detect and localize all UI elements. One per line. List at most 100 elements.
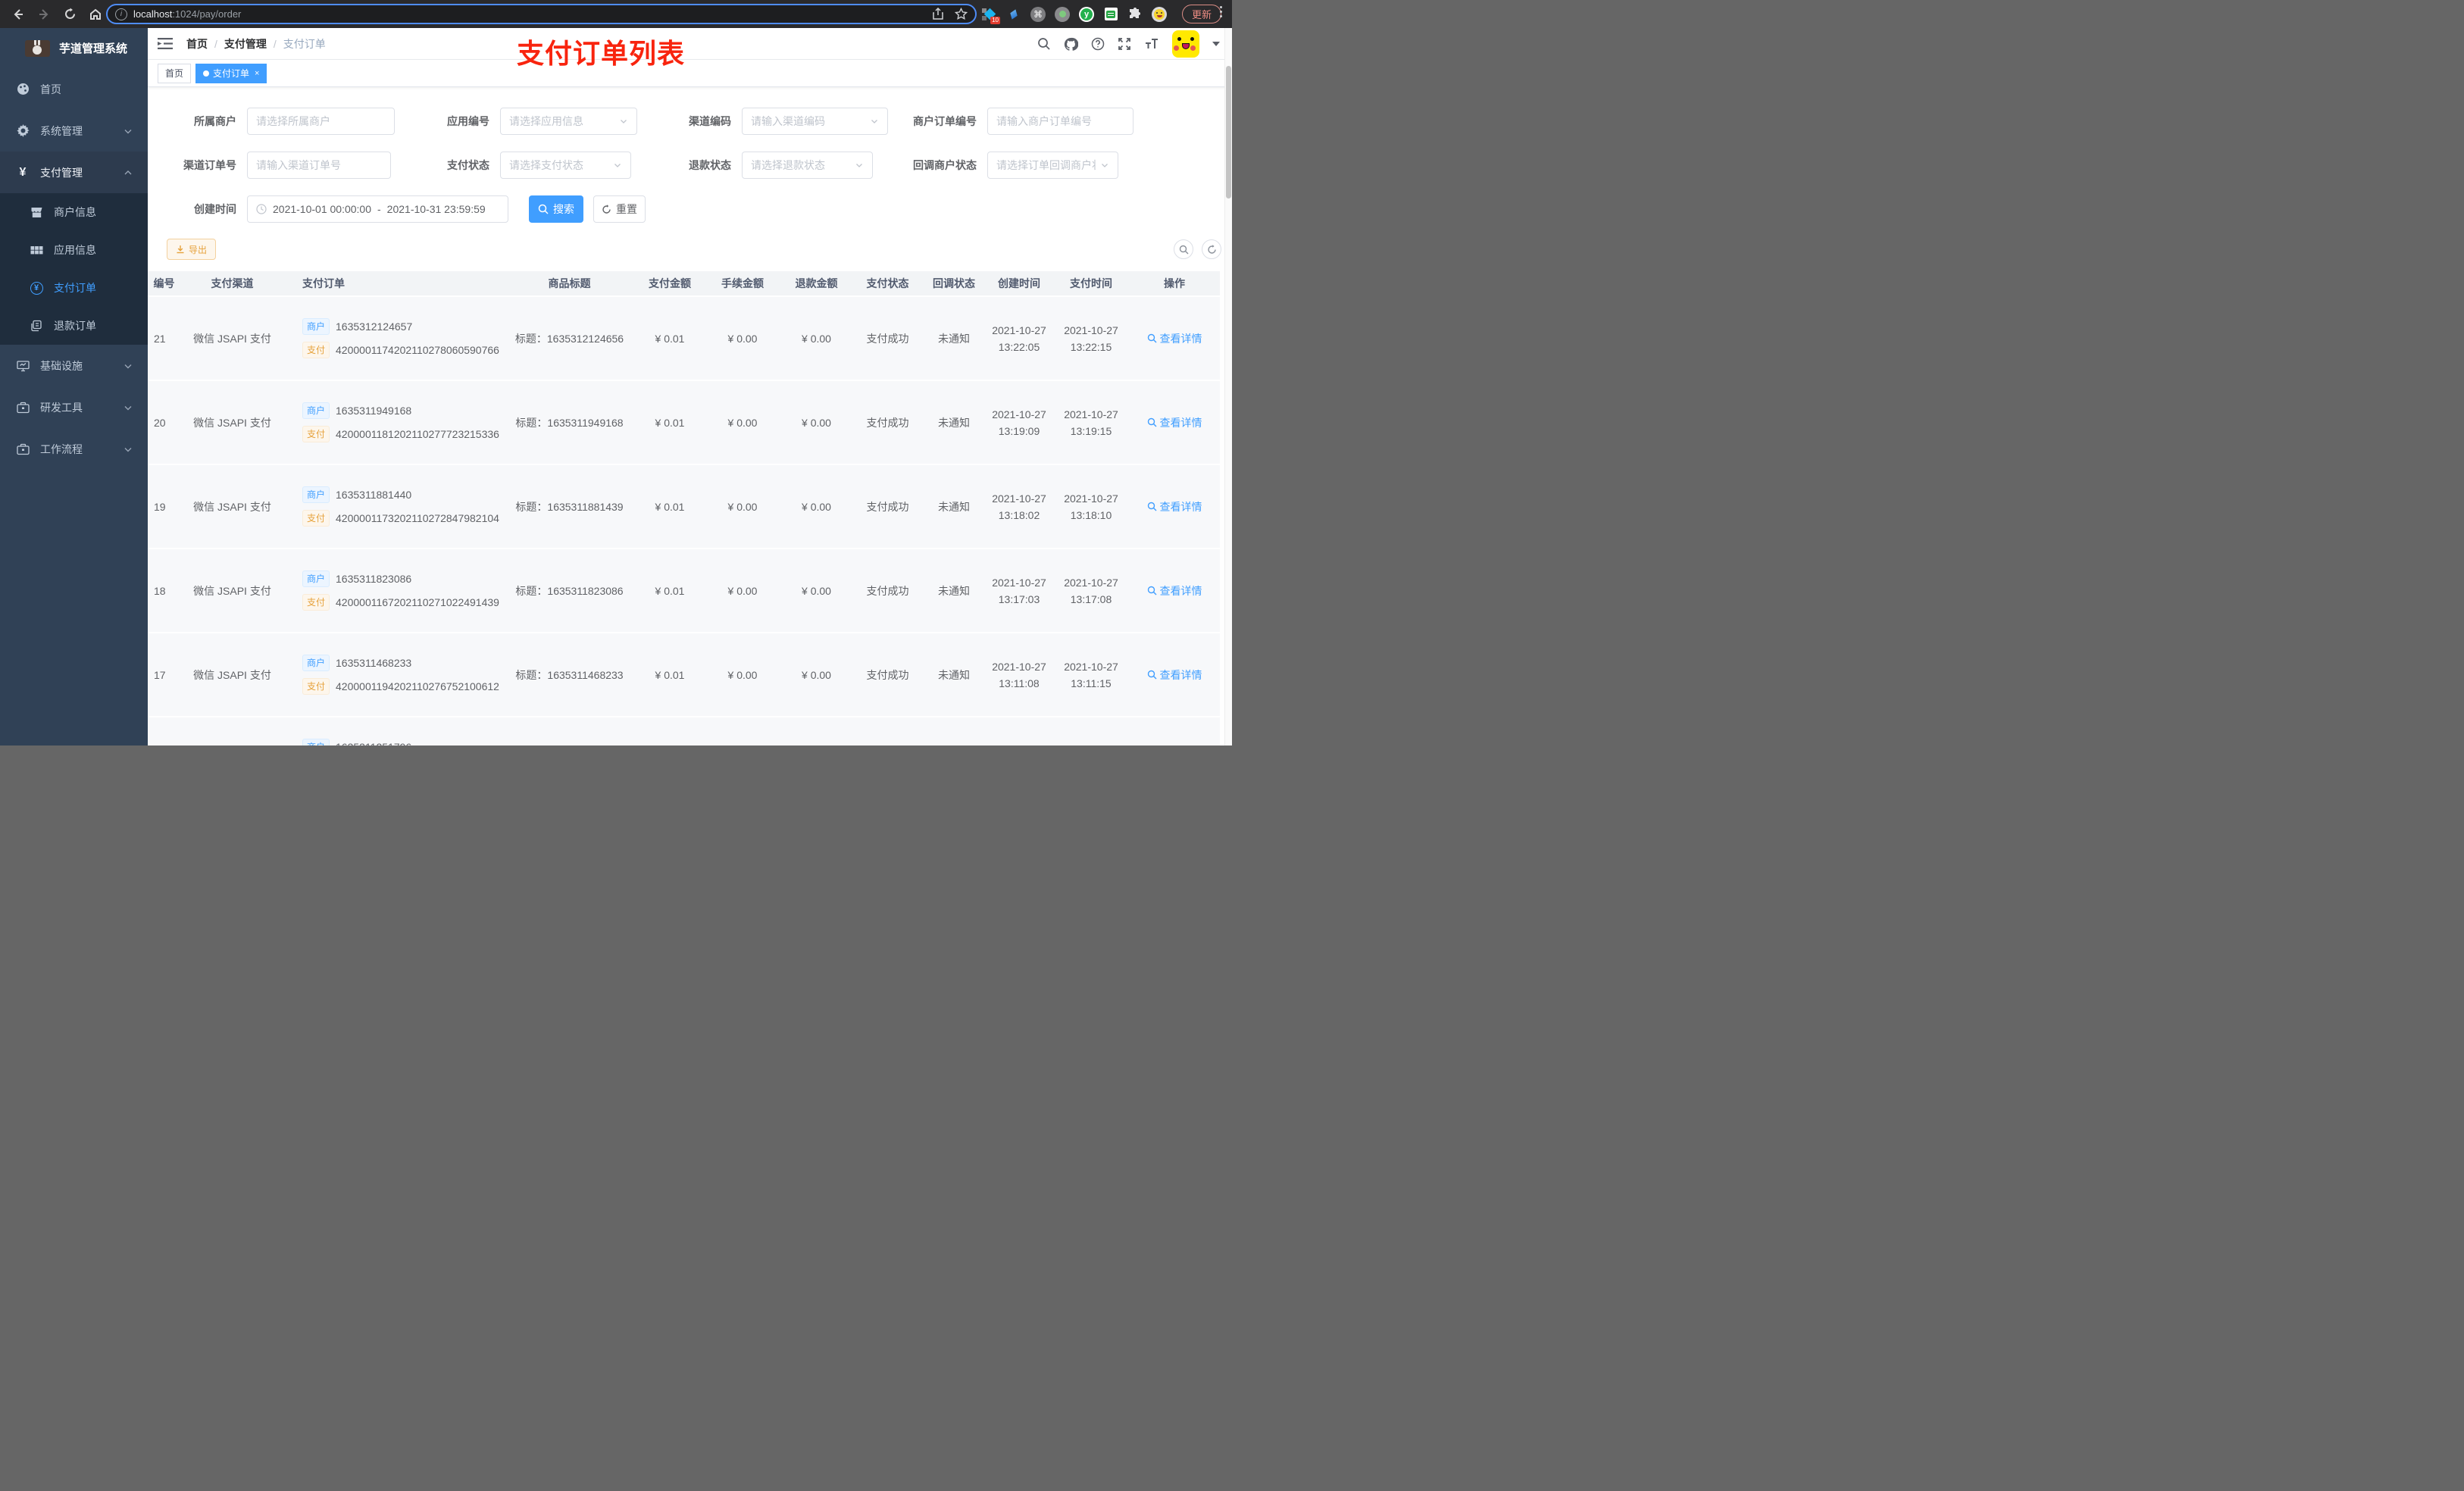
view-detail-link[interactable]: 查看详情 <box>1147 331 1202 346</box>
sidebar-item-workflow[interactable]: 工作流程 <box>0 428 148 470</box>
grid-icon <box>30 244 43 257</box>
scrollbar-thumb[interactable] <box>1226 66 1231 198</box>
filter-app: 应用编号 请选择应用信息 <box>417 108 637 135</box>
product-title: 标题：1635311881439 <box>515 500 624 513</box>
refresh-button[interactable] <box>1202 239 1221 259</box>
sidebar-item-system[interactable]: 系统管理 <box>0 110 148 152</box>
briefcase-icon <box>16 402 30 414</box>
col-created: 创建时间 <box>985 271 1053 297</box>
created-time: 2021-10-27 13:18:02 <box>985 464 1053 549</box>
share-icon[interactable] <box>932 8 944 20</box>
app-select[interactable]: 请选择应用信息 <box>500 108 637 135</box>
extension-tabs-icon[interactable]: 10 <box>982 7 1000 24</box>
breadcrumb-home[interactable]: 首页 <box>186 36 208 52</box>
sidebar-item-home[interactable]: 首页 <box>0 68 148 110</box>
export-button[interactable]: 导出 <box>167 239 217 260</box>
screen: i localhost:1024/pay/order 10 ⌘ y 更新 芋道管… <box>0 0 1232 746</box>
pay-status-select[interactable]: 请选择支付状态 <box>500 152 631 179</box>
user-avatar[interactable] <box>1172 30 1199 58</box>
pay-status: 支付成功 <box>866 668 909 681</box>
sidebar-item-infra[interactable]: 基础设施 <box>0 345 148 386</box>
product-title: 标题：1635312124656 <box>514 332 624 345</box>
chevron-down-icon <box>124 361 133 370</box>
extension-kite-icon[interactable] <box>1006 7 1021 22</box>
fee-amount: ¥ 0.00 <box>727 668 758 681</box>
pay-tag: 支付 <box>302 426 330 442</box>
site-info-icon[interactable]: i <box>115 8 127 20</box>
merchant-order-no-input[interactable] <box>996 115 1124 127</box>
browser-update-button[interactable]: 更新 <box>1182 5 1222 23</box>
sidebar-item-merchant-info[interactable]: 商户信息 <box>0 193 148 231</box>
fullscreen-icon[interactable] <box>1118 37 1131 51</box>
created-time: 2021-10-27 13:11:08 <box>985 633 1053 717</box>
tab-home[interactable]: 首页 <box>158 63 192 83</box>
view-detail-link[interactable]: 查看详情 <box>1147 667 1202 683</box>
view-detail-link[interactable]: 查看详情 <box>1147 499 1202 514</box>
sidebar-item-pay[interactable]: ¥ 支付管理 <box>0 152 148 193</box>
pay-channel: 微信 JSAPI 支付 <box>193 668 271 681</box>
browser-forward-icon[interactable] <box>36 7 52 22</box>
browser-reload-icon[interactable] <box>62 7 77 22</box>
breadcrumb-pay[interactable]: 支付管理 <box>224 36 267 52</box>
header-search-icon[interactable] <box>1037 37 1051 51</box>
table-row: 20 微信 JSAPI 支付 商户 1635311949168 支付 42000… <box>148 380 1220 465</box>
filter-channel-code: 渠道编码 请输入渠道编码 <box>658 108 888 135</box>
order-id: 20 <box>154 416 166 429</box>
app-logo[interactable]: 芋道管理系统 <box>0 28 148 68</box>
sidebar-item-pay-order[interactable]: ¥ 支付订单 <box>0 269 148 307</box>
order-id: 18 <box>154 584 166 597</box>
extension-command-icon[interactable]: ⌘ <box>1030 6 1046 22</box>
table-row: 17 微信 JSAPI 支付 商户 1635311468233 支付 42000… <box>148 633 1220 717</box>
chevron-down-icon <box>1100 161 1109 170</box>
notify-status-select[interactable]: 请选择订单回调商户状态 <box>987 152 1118 179</box>
extension-chat-icon[interactable] <box>1103 7 1118 22</box>
user-menu-caret-icon[interactable] <box>1212 42 1220 46</box>
sidebar-fold-icon[interactable] <box>158 37 173 51</box>
browser-back-icon[interactable] <box>11 7 26 22</box>
sidebar-item-refund-order[interactable]: 退款订单 <box>0 307 148 345</box>
github-icon[interactable] <box>1064 37 1078 52</box>
address-bar[interactable]: i localhost:1024/pay/order <box>106 4 977 24</box>
search-button[interactable]: 搜索 <box>529 195 583 223</box>
tags-view: 首页 支付订单 × <box>148 60 1232 87</box>
page-body: 所属商户 应用编号 请选择应用信息 渠道编码 请输入渠道编码 <box>148 87 1232 746</box>
extension-record-icon[interactable] <box>1055 6 1070 22</box>
channel-order-no-input[interactable] <box>256 159 382 171</box>
tab-pay-order[interactable]: 支付订单 × <box>195 63 267 83</box>
reset-button[interactable]: 重置 <box>593 195 646 223</box>
close-tab-icon[interactable]: × <box>255 69 259 78</box>
font-size-icon[interactable] <box>1144 38 1159 50</box>
filter-create-time: 创建时间 2021-10-01 00:00:00 - 2021-10-31 23… <box>164 195 508 223</box>
toggle-search-button[interactable] <box>1174 239 1193 259</box>
col-fee: 手续金额 <box>705 271 780 297</box>
paid-time: 2021-10-27 13:18:10 <box>1053 464 1129 549</box>
col-pay-status: 支付状态 <box>852 271 923 297</box>
main-content: 首页 / 支付管理 / 支付订单 首页 支付订单 × 所属商户 请选择所属商户 … <box>148 28 1232 746</box>
pay-tag: 支付 <box>302 342 330 358</box>
channel-code-select[interactable]: 请输入渠道编码 <box>742 108 888 135</box>
paid-time <box>1053 717 1129 746</box>
browser-home-icon[interactable] <box>88 7 103 22</box>
view-detail-link[interactable]: 查看详情 <box>1147 415 1202 430</box>
refund-status-select[interactable]: 请选择退款状态 <box>742 152 873 179</box>
chevron-down-icon <box>619 117 628 126</box>
date-range-input[interactable]: 2021-10-01 00:00:00 - 2021-10-31 23:59:5… <box>247 195 508 223</box>
order-id: 19 <box>154 500 166 513</box>
extension-y-icon[interactable]: y <box>1079 6 1094 22</box>
app-title: 芋道管理系统 <box>59 42 128 55</box>
breadcrumb: 首页 / 支付管理 / 支付订单 <box>186 36 326 52</box>
view-detail-link[interactable]: 查看详情 <box>1147 583 1202 599</box>
col-notify-status: 回调状态 <box>923 271 985 297</box>
extension-emoji-icon[interactable] <box>1152 6 1167 22</box>
extensions-puzzle-icon[interactable] <box>1127 7 1143 22</box>
table-row: 18 微信 JSAPI 支付 商户 1635311823086 支付 42000… <box>148 549 1220 633</box>
browser-menu-icon[interactable] <box>1220 6 1223 17</box>
bookmark-star-icon[interactable] <box>955 8 968 20</box>
merchant-input[interactable] <box>256 115 386 127</box>
sidebar-item-dev-tools[interactable]: 研发工具 <box>0 386 148 428</box>
page-scrollbar[interactable] <box>1224 28 1232 746</box>
help-icon[interactable] <box>1091 37 1105 51</box>
filter-merchant: 所属商户 <box>164 108 406 135</box>
logo-image <box>25 39 50 57</box>
sidebar-item-app-info[interactable]: 应用信息 <box>0 231 148 269</box>
